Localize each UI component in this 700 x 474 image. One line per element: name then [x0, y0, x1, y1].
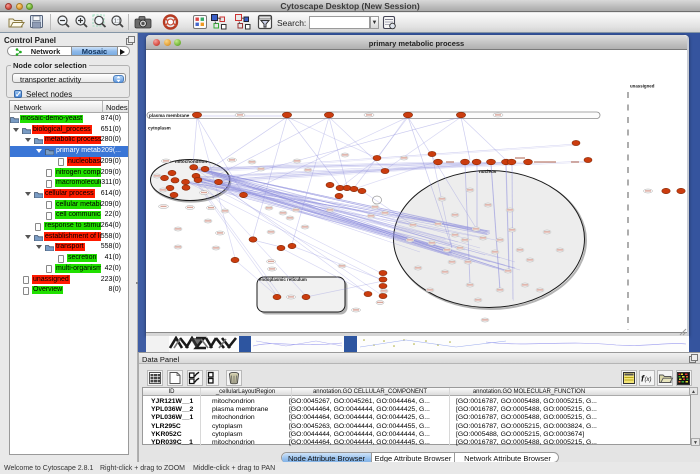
svg-text:unassigned: unassigned [630, 84, 655, 89]
svg-text:nucleus: nucleus [479, 169, 497, 174]
svg-text:cytoplasm: cytoplasm [148, 126, 171, 131]
svg-text:(x): (x) [645, 377, 652, 383]
svg-text:mitochondrion: mitochondrion [175, 159, 207, 164]
svg-text:plasma membrane: plasma membrane [149, 113, 190, 118]
svg-text:endoplasmic reticulum: endoplasmic reticulum [259, 277, 307, 282]
